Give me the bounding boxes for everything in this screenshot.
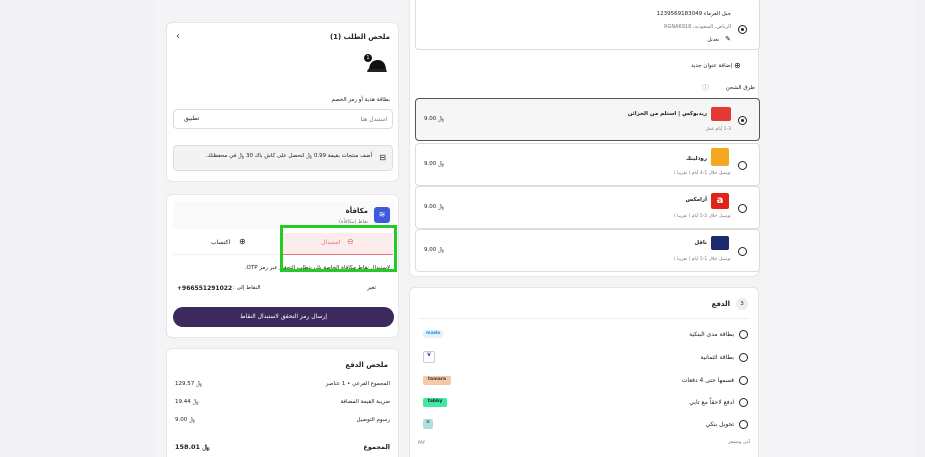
mada-chip-icon: mada: [423, 330, 443, 338]
total-label: المجموع: [363, 443, 390, 451]
summary-row-label: ضريبة القيمة المضافة: [340, 399, 390, 405]
cashback-text: أضف منتجات بقيمة 0.99 ﷼ لتحصل على كاش با…: [205, 153, 372, 159]
cart-icon: ⊟: [379, 153, 386, 162]
cashback-banner: ⊟ أضف منتجات بقيمة 0.99 ﷼ لتحصل على كاش …: [173, 145, 393, 171]
payment-method[interactable]: بطاقة ائتمانية V: [418, 351, 748, 365]
tabby-chip-icon: tabby: [423, 398, 447, 407]
address-radio[interactable]: [738, 25, 747, 34]
phone-number: +966551291022: [177, 285, 233, 292]
shipping-option-radio[interactable]: [738, 204, 747, 213]
shipping-option-desc: توصيل خلال 2-5 أيام ( تقريبا ): [673, 214, 731, 219]
shipping-option-name: أرامكس: [685, 197, 707, 203]
shipping-option-price: 9.00 ﷼: [424, 247, 445, 253]
order-summary-title: ملخص الطلب (1): [329, 33, 390, 41]
payment-method-label: تحويل بنكي: [705, 421, 734, 428]
shipping-option-name: رودلينك: [685, 156, 707, 162]
pencil-icon: ✎: [725, 35, 731, 43]
payment-summary-card: ملخص الدفع المجموع الفرعي • 1 عناصر 129.…: [166, 348, 399, 457]
plus-circle-icon: ⊕: [734, 61, 741, 70]
shipping-option[interactable]: ريدبوكس | استلم من الخزائن 1-3 أيام عمل …: [415, 98, 760, 141]
shipping-option-price: 9.00 ﷼: [424, 161, 445, 167]
address-box[interactable]: جبل العرماء 1239569183049 الرياض، السعود…: [415, 0, 760, 50]
payment-method-radio[interactable]: [739, 398, 748, 407]
plus-circle-icon: ⊕: [239, 237, 246, 246]
reward-logo-icon: ≋: [374, 207, 390, 223]
item-count-badge: 1: [364, 54, 372, 62]
payment-method-label: بطاقة ائتمانية: [700, 354, 734, 361]
bank-transfer-icon: ≡: [423, 419, 433, 429]
summary-row-value: 19.44 ﷼: [175, 399, 199, 405]
shipping-option-name: ريدبوكس | استلم من الخزائن: [627, 111, 707, 117]
shipping-option-radio[interactable]: [738, 116, 747, 125]
payment-method-label: ادفع لاحقاً مع تابي: [689, 399, 734, 406]
shipping-option-desc: 1-3 أيام عمل: [705, 127, 731, 132]
order-summary-card: ملخص الطلب (1) ‹ 1 بطاقة هدية أو رمز الخ…: [166, 22, 399, 182]
send-otp-button[interactable]: إرسال رمز التحقق لاستبدال النقاط: [173, 307, 394, 327]
payment-method-label: قسمها حتى 4 دفعات: [681, 377, 734, 384]
coupon-field: تطبيق: [173, 109, 393, 129]
coupon-label: بطاقة هدية أو رمز الخصم: [331, 97, 390, 103]
payment-method[interactable]: بطاقة مدى البنكية mada: [418, 328, 748, 342]
address-line2: الرياض، السعودية، RGNA6918: [664, 24, 731, 30]
apply-coupon-button[interactable]: تطبيق: [184, 115, 199, 122]
aramex-logo-icon: a: [711, 193, 729, 209]
secure-label: آمن ومشفر: [728, 440, 750, 445]
payment-method[interactable]: ادفع لاحقاً مع تابي tabby: [418, 396, 748, 410]
info-icon: ⓘ: [702, 84, 709, 92]
summary-row: رسوم التوصيل 9.00 ﷼: [173, 417, 394, 427]
payment-title: الدفع: [711, 300, 730, 308]
payment-method-radio[interactable]: [739, 420, 748, 429]
summary-row: المجموع الفرعي • 1 عناصر 129.57 ﷼: [173, 381, 394, 391]
shipping-option[interactable]: a أرامكس توصيل خلال 2-5 أيام ( تقريبا ) …: [415, 186, 760, 229]
change-phone-link[interactable]: تغير: [367, 285, 376, 291]
shipping-logo-icon: [711, 107, 731, 121]
summary-row-label: المجموع الفرعي • 1 عناصر: [325, 381, 390, 387]
highlight-box: [280, 225, 397, 272]
edit-address-link[interactable]: تعديل: [707, 37, 719, 43]
roadlink-logo-icon: [711, 148, 729, 166]
send-otp-label: إرسال رمز التحقق لاستبدال النقاط: [239, 313, 327, 320]
tab-earn[interactable]: ⊕ اكتساب: [173, 233, 283, 255]
payment-method-radio[interactable]: [739, 353, 748, 362]
payment-step-badge: 3: [736, 298, 748, 310]
chevron-left-icon[interactable]: ‹: [176, 31, 180, 42]
secure-logo: PAY: [418, 440, 426, 445]
summary-row-label: رسوم التوصيل: [356, 417, 390, 423]
visa-chip-icon: V: [423, 351, 435, 363]
shipping-option-radio[interactable]: [738, 247, 747, 256]
summary-row: ضريبة القيمة المضافة 19.44 ﷼: [173, 399, 394, 409]
address-line1: جبل العرماء 1239569183049: [656, 11, 731, 17]
payment-method-radio[interactable]: [739, 376, 748, 385]
tamara-chip-icon: tamara: [423, 376, 451, 385]
shipping-option-price: 9.00 ﷼: [424, 204, 445, 210]
shipping-option-desc: توصيل خلال 1-5 أيام ( تقريبا ): [673, 257, 731, 262]
summary-total-row: المجموع 158.01 ﷼: [173, 443, 394, 455]
phone-label: النقاط إلى :: [233, 285, 261, 291]
reward-title: مكافأة: [345, 207, 368, 215]
shipping-option-desc: توصيل خلال 1-4 أيام ( تقريبا ): [673, 171, 731, 176]
shipping-option[interactable]: ناقل توصيل خلال 1-5 أيام ( تقريبا ) 9.00…: [415, 229, 760, 272]
summary-row-value: 129.57 ﷼: [175, 381, 203, 387]
shipping-option-name: ناقل: [694, 240, 707, 246]
payment-divider: [418, 318, 750, 319]
naqel-logo-icon: [711, 236, 729, 250]
tab-earn-label: اكتساب: [211, 239, 231, 246]
total-value: 158.01 ﷼: [175, 443, 210, 451]
coupon-input[interactable]: [237, 113, 387, 125]
payment-method[interactable]: تحويل بنكي ≡: [418, 418, 748, 432]
payment-method-radio[interactable]: [739, 330, 748, 339]
shipping-title: طرق الشحن: [725, 85, 755, 91]
shipping-option-radio[interactable]: [738, 161, 747, 170]
payment-method[interactable]: قسمها حتى 4 دفعات tamara: [418, 374, 748, 388]
payment-method-label: بطاقة مدى البنكية: [689, 331, 734, 338]
summary-row-value: 9.00 ﷼: [175, 417, 196, 423]
add-address-link[interactable]: إضافة عنوان جديد: [691, 63, 732, 69]
shipping-option-price: 9.00 ﷼: [424, 116, 445, 122]
payment-summary-title: ملخص الدفع: [345, 361, 388, 369]
shipping-option[interactable]: رودلينك توصيل خلال 1-4 أيام ( تقريبا ) 9…: [415, 143, 760, 186]
